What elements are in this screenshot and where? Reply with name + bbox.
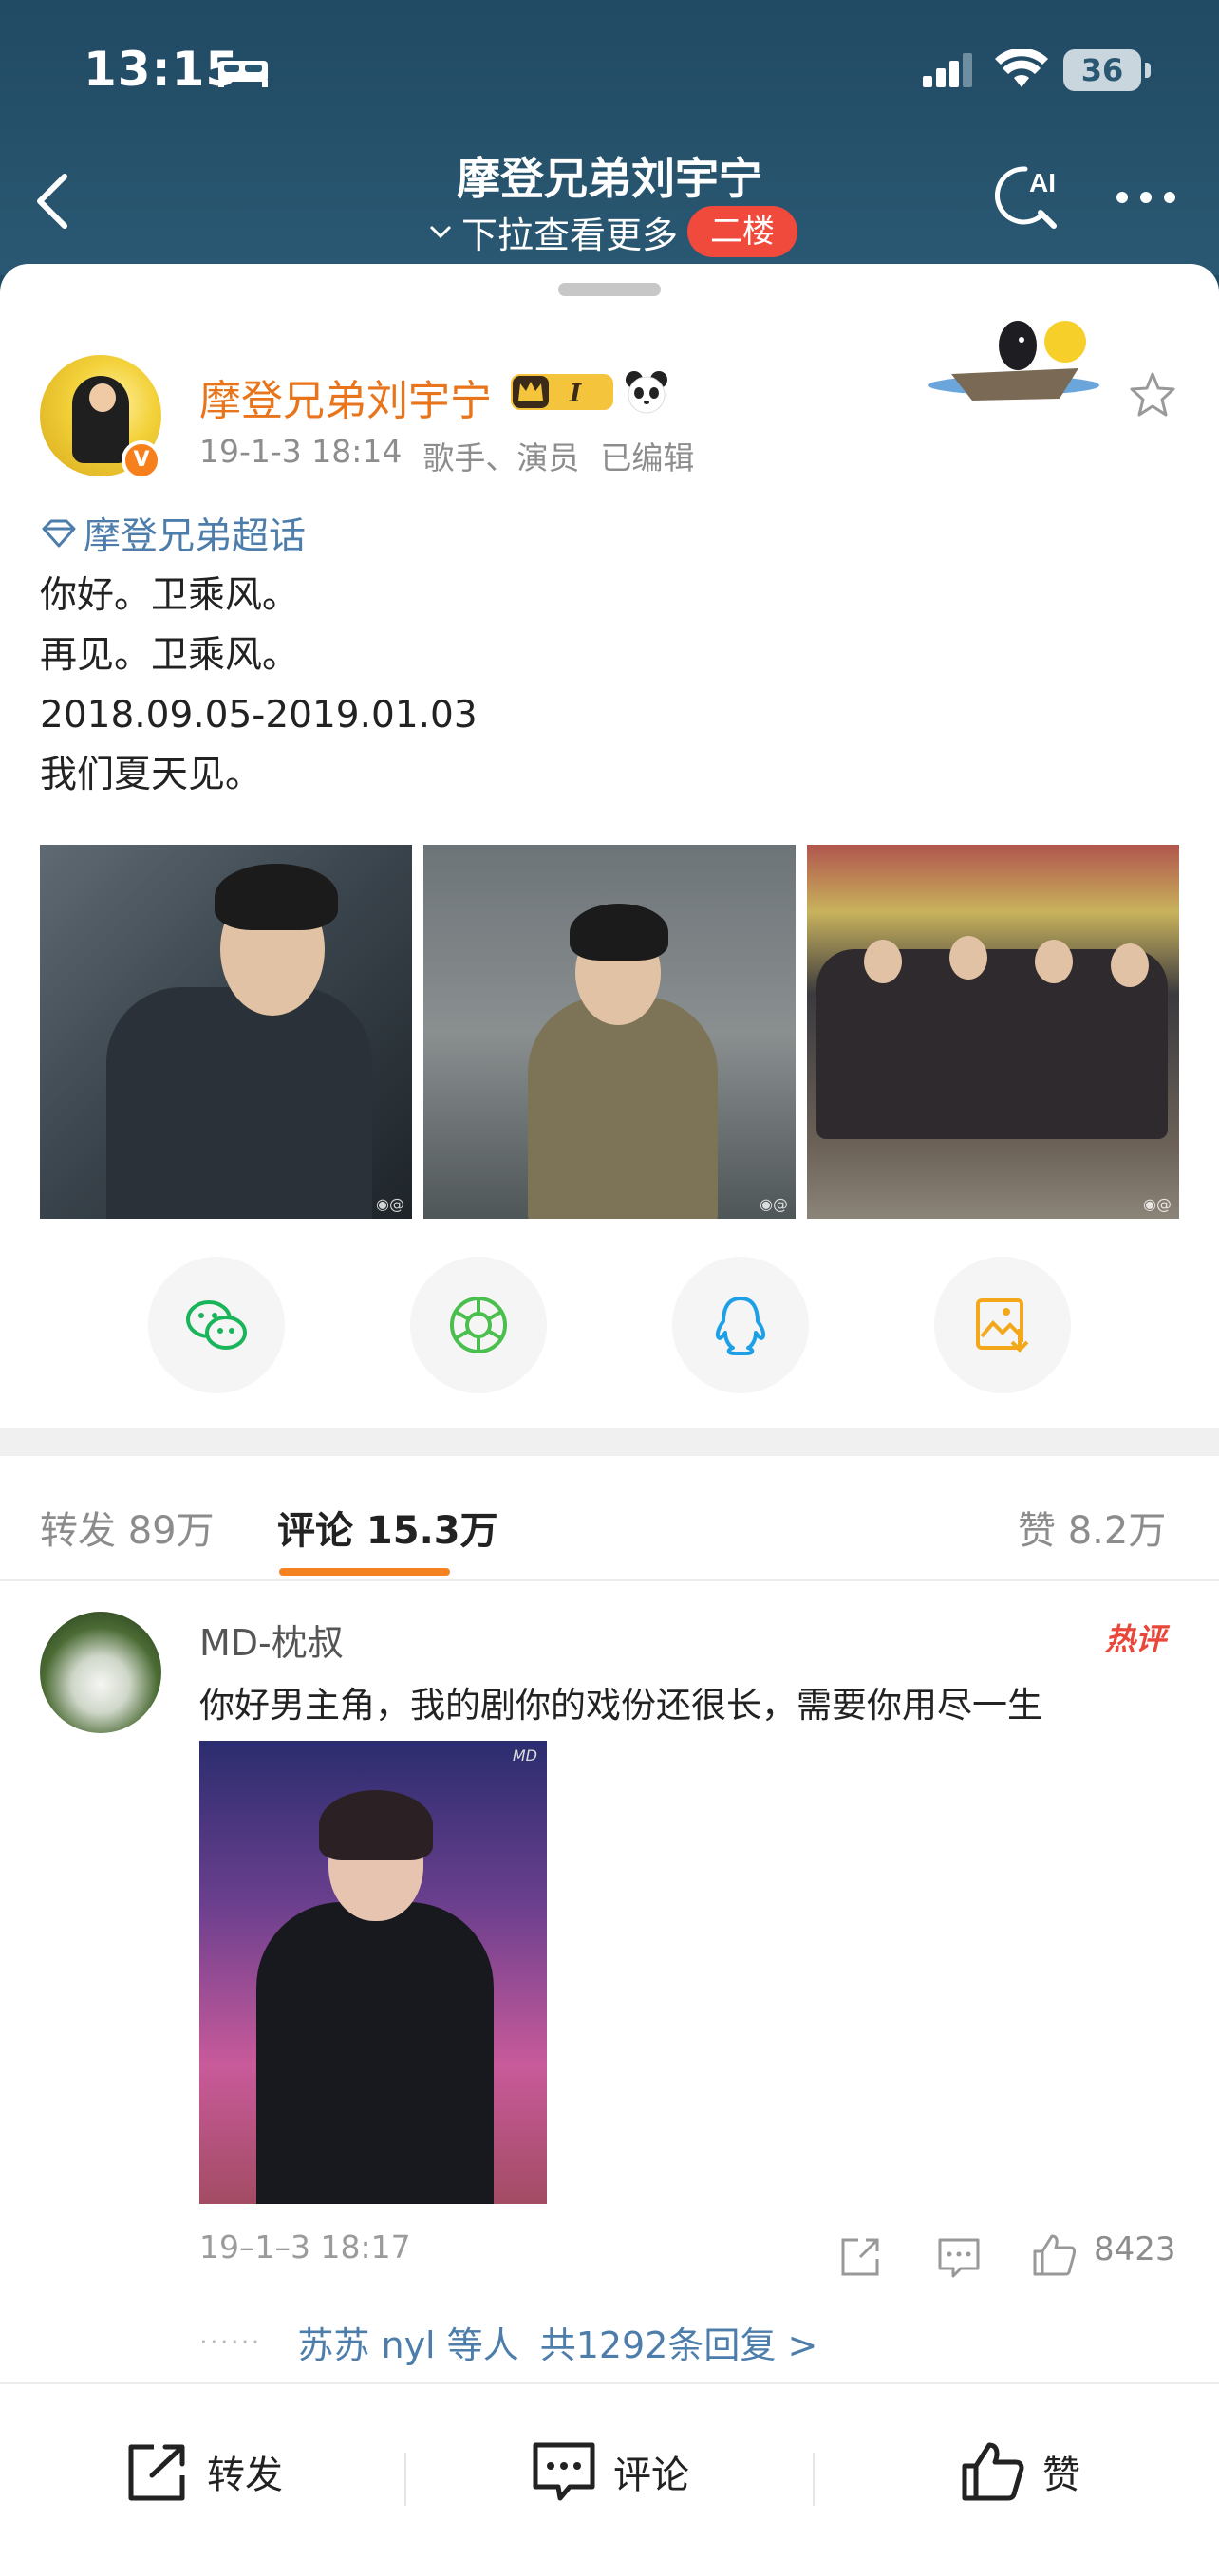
- reply-comment-icon[interactable]: [934, 2232, 984, 2282]
- author-tags: 歌手、演员: [422, 439, 580, 476]
- share-wechat-button[interactable]: [148, 1257, 285, 1393]
- pull-down-hint[interactable]: 下拉查看更多 二楼: [427, 205, 798, 258]
- image-watermark: MD: [512, 1746, 537, 1764]
- like-label: 赞: [1042, 2454, 1080, 2497]
- post-line: 再见。卫乘风。: [40, 634, 300, 677]
- super-topic-link[interactable]: 摩登兄弟超话: [40, 507, 306, 560]
- battery-indicator: 36: [1063, 49, 1151, 91]
- post-line: 我们夏天见。: [40, 754, 263, 796]
- active-tab-indicator: [279, 1568, 450, 1576]
- interaction-tabs: 转发 89万 评论 15.3万 赞 8.2万: [0, 1456, 1219, 1581]
- bar-divider: [813, 2453, 815, 2506]
- reply-count[interactable]: 共1292条回复 >: [540, 2316, 818, 2368]
- replies-link[interactable]: ······ 苏苏 nyl 等人 共1292条回复 >: [199, 2316, 817, 2368]
- edited-label[interactable]: 已编辑: [600, 433, 694, 478]
- wifi-icon: [995, 49, 1048, 87]
- tab-comment[interactable]: 评论 15.3万: [277, 1500, 498, 1555]
- save-image-icon: [976, 1298, 1029, 1353]
- repost-button[interactable]: 转发: [123, 2437, 283, 2506]
- tab-like[interactable]: 赞 8.2万: [1018, 1500, 1166, 1555]
- repost-comment-icon[interactable]: [835, 2232, 885, 2282]
- comment-label: 评论: [613, 2454, 689, 2497]
- reply-users[interactable]: 苏苏 nyl 等人: [297, 2316, 518, 2368]
- favorite-star-icon[interactable]: [1126, 368, 1179, 421]
- more-options-icon[interactable]: [1113, 186, 1179, 209]
- commenter-name[interactable]: MD-枕叔: [199, 1614, 344, 1666]
- drag-handle[interactable]: [558, 283, 661, 296]
- save-image-button[interactable]: [934, 1257, 1071, 1393]
- comment-time: 19–1–3 18:17: [199, 2229, 411, 2266]
- comment-button[interactable]: 评论: [530, 2437, 689, 2506]
- moments-icon: [450, 1297, 507, 1353]
- comment-like-count: 8423: [1094, 2231, 1176, 2268]
- repost-label: 转发: [207, 2454, 283, 2497]
- status-bar: 13:15 36: [0, 38, 1219, 104]
- svg-text:AI: AI: [1029, 168, 1056, 197]
- topic-label: 摩登兄弟超话: [84, 515, 307, 558]
- panda-icon: [626, 371, 667, 414]
- chevron-down-icon: [429, 225, 452, 239]
- post-body: 你好。卫乘风。 再见。卫乘风。 2018.09.05-2019.01.03 我们…: [40, 566, 478, 805]
- like-button[interactable]: 赞: [959, 2437, 1080, 2506]
- pull-down-label: 下拉查看更多: [461, 214, 679, 256]
- author-name[interactable]: 摩登兄弟刘宇宁: [199, 366, 492, 427]
- verified-badge-icon: V: [122, 440, 161, 480]
- vip-crown-badge-icon[interactable]: I: [509, 370, 615, 414]
- commenter-avatar[interactable]: [40, 1612, 161, 1733]
- comment-image[interactable]: MD: [199, 1741, 547, 2204]
- post-line: 2018.09.05-2019.01.03: [40, 694, 478, 737]
- hot-comment-badge: 热评: [1105, 1621, 1167, 1657]
- share-moments-button[interactable]: [410, 1257, 547, 1393]
- reply-dots: ······: [199, 2326, 262, 2358]
- bottom-action-bar: 转发 评论 赞: [0, 2382, 1219, 2576]
- comment-icon: [533, 2442, 595, 2501]
- sleep-focus-icon: [218, 61, 268, 87]
- post-photo-1[interactable]: ◉@: [40, 845, 412, 1219]
- share-qq-button[interactable]: [672, 1257, 809, 1393]
- post-meta: 19-1-3 18:14 歌手、演员 已编辑: [199, 433, 694, 478]
- share-row: [0, 1257, 1219, 1399]
- header: 13:15 36 摩登兄弟刘宇宁 下拉查看更多 二楼 AI: [0, 0, 1219, 275]
- diamond-icon: [42, 519, 76, 548]
- thumbs-up-icon: [962, 2442, 1024, 2501]
- comment-text[interactable]: 你好男主角，我的剧你的戏份还很长，需要你用尽一生: [199, 1676, 1042, 1727]
- wechat-icon: [186, 1300, 247, 1350]
- post-photo-2[interactable]: ◉@: [423, 845, 796, 1219]
- post-photo-3[interactable]: ◉@: [807, 845, 1179, 1219]
- tab-repost[interactable]: 转发 89万: [40, 1500, 215, 1555]
- post-time: 19-1-3 18:14: [199, 433, 403, 470]
- repost-icon: [128, 2444, 185, 2501]
- section-separator: [0, 1428, 1219, 1456]
- post-line: 你好。卫乘风。: [40, 574, 300, 617]
- qq-icon: [715, 1297, 766, 1355]
- like-comment-icon[interactable]: [1029, 2231, 1078, 2280]
- second-floor-badge[interactable]: 二楼: [687, 206, 798, 257]
- svg-text:I: I: [569, 380, 582, 408]
- bar-divider: [404, 2453, 406, 2506]
- cellular-signal-icon: [923, 53, 972, 87]
- boat-decoration-icon: [928, 321, 1099, 401]
- ai-search-icon[interactable]: AI: [987, 159, 1063, 235]
- post-card: V 摩登兄弟刘宇宁 I 19-1-3 18:14 歌手、演员 已编辑 摩登兄弟超…: [0, 264, 1219, 2576]
- photo-grid: ◉@ ◉@ ◉@: [40, 845, 1179, 1219]
